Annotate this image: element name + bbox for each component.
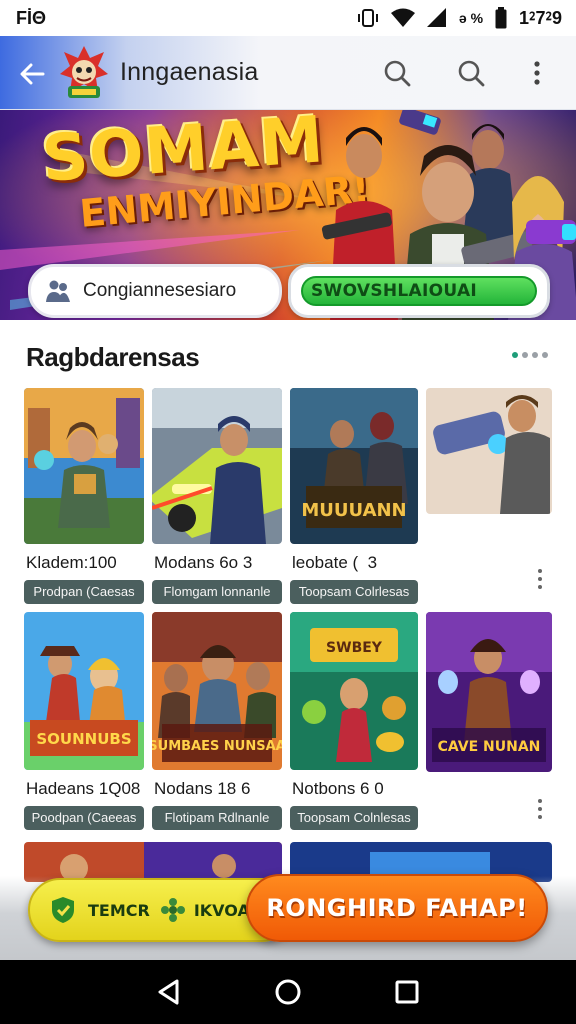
battery-percent: ə % — [458, 10, 484, 26]
card-more-button[interactable] — [530, 564, 550, 594]
app-logo — [58, 44, 110, 102]
game-card-art: CAVE NUNAN — [426, 612, 552, 772]
game-card-title: leobate ( 3 — [292, 553, 378, 572]
signal-icon — [426, 8, 446, 27]
game-card[interactable]: Modans 6o 3 Flomgam lonnanle — [152, 388, 282, 604]
more-vert-icon — [534, 61, 540, 85]
search-button-secondary[interactable] — [454, 56, 488, 90]
app-bar: Inngaenasia — [0, 36, 576, 110]
game-card-art: SOUNNUBS — [24, 612, 144, 770]
flower-icon — [160, 898, 185, 922]
overflow-menu-button[interactable] — [522, 56, 552, 90]
game-card-tag[interactable]: Poodpan (Caeeas — [24, 806, 144, 830]
game-card-title: Notbons 6 0 — [292, 779, 384, 798]
section-title: Ragbdarensas — [26, 342, 200, 372]
game-card[interactable]: SWBEY Notbons 6 0 Toopsam Colnlesas — [290, 612, 418, 830]
status-icons: ə % 1⁲7⁲9 — [357, 7, 562, 30]
status-left-text: FİΘ — [16, 7, 46, 28]
game-card[interactable]: SOUNNUBS Hadeans 1Q08 Poodpan (Caeeas — [24, 612, 144, 830]
game-card-tag[interactable]: Toopsam Colnlesas — [290, 806, 418, 830]
card-art-text: SOUNNUBS — [36, 730, 131, 748]
secondary-cta-label: TEMCR — [88, 900, 150, 920]
system-nav-bar — [0, 960, 576, 1024]
card-more-button[interactable] — [530, 794, 550, 824]
game-card-tag[interactable]: Toopsam Colrlesas — [290, 580, 418, 604]
status-time: 1⁲7⁲9 — [519, 7, 562, 28]
game-card-tag[interactable]: Flomgam lonnanle — [152, 580, 282, 604]
banner-green-bar: SWOVSHLAIOUAI — [301, 276, 537, 306]
game-card-art — [24, 388, 144, 544]
card-art-text: SUMBAES NUNSAA — [152, 739, 282, 754]
card-art-text: SWBEY — [326, 640, 383, 656]
shield-icon — [52, 897, 74, 923]
nav-home-icon — [275, 979, 301, 1005]
game-card-title: Hadeans 1Q08 — [26, 779, 141, 798]
wifi-icon — [390, 8, 415, 27]
secondary-cta-label-2: IKVOA — [193, 900, 250, 920]
nav-recents-icon — [395, 980, 419, 1004]
status-bar: FİΘ ə % 1⁲7⁲9 — [0, 0, 576, 36]
nav-back-icon — [158, 979, 179, 1005]
card-art-text: CAVE NUNAN — [438, 739, 541, 755]
game-card-title: Kladem:1­0­0 — [26, 553, 117, 572]
promo-banner[interactable]: SOMAM ENMIYINDAR! Congiannesesiaro SWOVS… — [0, 110, 576, 320]
battery-icon — [495, 7, 507, 29]
page-indicator-dots[interactable] — [512, 352, 548, 358]
game-card-tag[interactable]: Prodpan (Caesas — [24, 580, 144, 604]
game-card[interactable]: CAVE NUNAN — [426, 612, 552, 772]
game-card[interactable]: MUUUANN leobate ( 3 Toopsam Colrlesas — [290, 388, 418, 604]
game-card-art — [426, 388, 552, 514]
primary-cta-label: RONGHIRD FAHAP! — [266, 894, 528, 922]
banner-action-pill[interactable]: SWOVSHLAIOUAI — [288, 264, 550, 318]
nav-recents-button[interactable] — [387, 972, 427, 1012]
vibrate-icon — [357, 9, 378, 27]
users-icon — [46, 280, 70, 302]
primary-cta-button[interactable]: RONGHIRD FAHAP! — [246, 874, 548, 942]
back-arrow-icon — [20, 63, 45, 85]
game-card-tag[interactable]: Flotipam Rdlnanle — [152, 806, 282, 830]
banner-account-pill[interactable]: Congiannesesiaro — [28, 264, 282, 318]
game-card-title: Nodans 18 6 — [154, 779, 251, 798]
banner-pill-left-label: Congiannesesiaro — [83, 280, 237, 301]
back-button[interactable] — [16, 58, 48, 90]
card-art-text: MUUUANN — [301, 500, 406, 521]
app-title: Inngaenasia — [120, 58, 259, 86]
game-card[interactable] — [426, 388, 552, 514]
game-card-title: Modans 6o 3 — [154, 553, 253, 572]
game-card-art — [152, 388, 282, 544]
game-card[interactable]: SUMBAES NUNSAA Nodans 18 6 Flotipam Rdln… — [152, 612, 282, 830]
game-card-art: SWBEY — [290, 612, 418, 770]
search-button[interactable] — [380, 56, 414, 90]
search-icon — [458, 60, 485, 87]
nav-back-button[interactable] — [149, 972, 189, 1012]
game-card-art: SUMBAES NUNSAA — [152, 612, 282, 770]
nav-home-button[interactable] — [268, 972, 308, 1012]
app-screen: FİΘ ə % 1⁲7⁲9 Inngaenasia — [0, 0, 576, 1024]
game-card[interactable]: Kladem:1­0­0 Prodpan (Caesas — [24, 388, 144, 604]
search-icon — [384, 60, 411, 87]
game-card-art: MUUUANN — [290, 388, 418, 544]
